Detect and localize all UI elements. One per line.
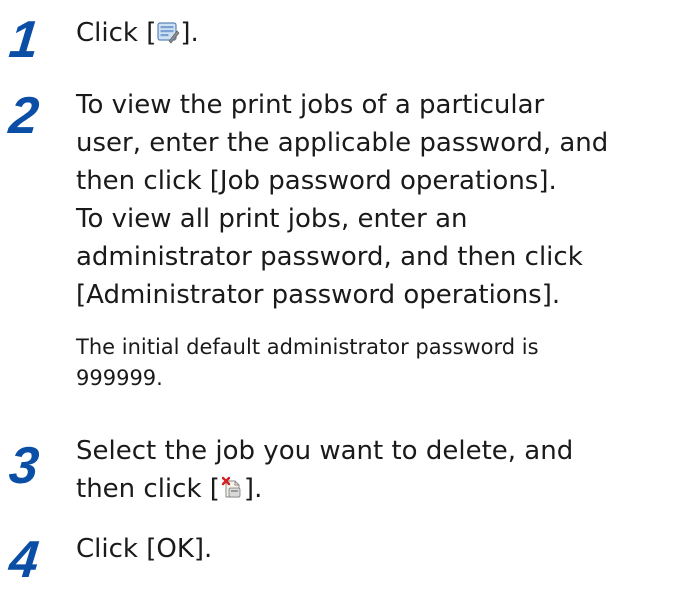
step-1-text-after: ]. [180, 18, 199, 48]
step-2-line: To view the print jobs of a particular [76, 90, 545, 120]
step-3: 3 Select the job you want to delete, and… [0, 432, 673, 512]
note-line: 999999. [76, 366, 163, 390]
step-2-line: [Administrator password operations]. [76, 280, 561, 310]
step-number-1: 1 [6, 11, 42, 69]
step-2-line: then click [Job password operations]. [76, 166, 557, 196]
note-line: The initial default administrator passwo… [76, 335, 539, 359]
step-1-text: Click [ ]. [76, 14, 668, 52]
step-3-text: Select the job you want to delete, and t… [76, 432, 668, 508]
step-3-text-before: then click [ [76, 474, 220, 504]
step-number-3: 3 [6, 437, 42, 495]
step-3-line: Select the job you want to delete, and [76, 436, 574, 466]
step-4: 4 Click [OK]. [0, 528, 673, 589]
step-number-2: 2 [6, 87, 42, 145]
job-list-icon[interactable] [156, 17, 180, 44]
step-1-text-before: Click [ [76, 18, 157, 48]
step-4-text: Click [OK]. [76, 534, 213, 564]
step-2-line: administrator password, and then click [76, 242, 583, 272]
step-2-text: To view the print jobs of a particular u… [76, 86, 668, 314]
step-number-4: 4 [6, 531, 42, 589]
step-3-text-after: ]. [243, 474, 263, 504]
step-2-line: To view all print jobs, enter an [76, 204, 468, 234]
step-2-note: The initial default administrator passwo… [76, 332, 668, 394]
step-2: 2 To view the print jobs of a particular… [0, 86, 673, 426]
step-1: 1 Click [ ]. [0, 10, 673, 70]
step-3-line: then click [ ]. [76, 470, 668, 508]
step-2-line: user, enter the applicable password, and [76, 128, 609, 158]
delete-job-icon[interactable] [220, 473, 244, 498]
